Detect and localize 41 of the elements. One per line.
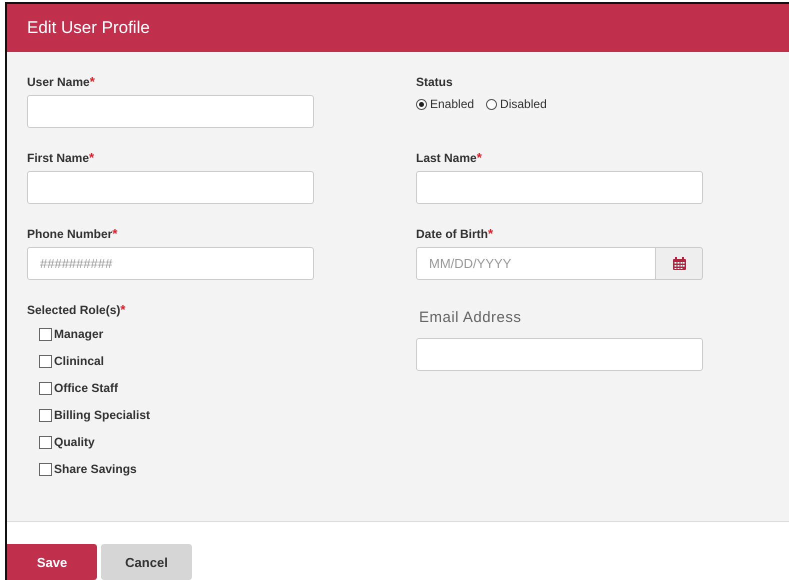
calendar-button[interactable]	[656, 247, 703, 280]
field-label: Selected Role(s)	[27, 303, 120, 317]
radio-button[interactable]	[486, 98, 498, 110]
checkbox[interactable]	[39, 462, 52, 476]
required-mark: *	[89, 150, 94, 165]
dialog-title: Edit User Profile	[27, 18, 150, 38]
radio-label[interactable]: Disabled	[500, 97, 547, 111]
checkbox-label[interactable]: Clinincal	[54, 354, 104, 368]
input-field[interactable]	[27, 95, 314, 128]
checkbox-label[interactable]: Quality	[54, 435, 95, 449]
calendar-icon	[672, 257, 686, 270]
required-mark: *	[120, 302, 126, 317]
required-mark: *	[488, 226, 494, 241]
field-label: User Name	[27, 75, 90, 89]
checkbox-label[interactable]: Office Staff	[54, 381, 118, 395]
field-label: Date of Birth	[416, 227, 488, 241]
checkbox[interactable]	[39, 436, 52, 448]
action-button[interactable]: Cancel	[101, 544, 192, 580]
action-button[interactable]: Save	[7, 544, 97, 580]
required-mark: *	[90, 74, 95, 89]
field-label: Status	[416, 75, 453, 89]
date-field[interactable]: MM/DD/YYYY	[416, 247, 656, 280]
checkbox[interactable]	[39, 354, 52, 368]
checkbox-label[interactable]: Manager	[54, 327, 104, 341]
input-field[interactable]: ##########	[27, 247, 314, 280]
field-label: Phone Number	[27, 227, 112, 241]
radio-label[interactable]: Enabled	[430, 97, 474, 111]
field-label: Last Name	[416, 151, 477, 165]
required-mark: *	[476, 150, 482, 165]
checkbox-label[interactable]: Share Savings	[54, 462, 137, 476]
checkbox[interactable]	[39, 408, 52, 422]
checkbox[interactable]	[39, 328, 52, 340]
input-field[interactable]	[416, 338, 703, 371]
radio-button[interactable]	[416, 98, 427, 110]
checkbox[interactable]	[39, 382, 52, 394]
field-label: First Name	[27, 151, 90, 165]
input-field[interactable]	[416, 171, 703, 204]
required-mark: *	[112, 226, 118, 241]
field-label: Email Address	[419, 309, 522, 326]
input-field[interactable]	[27, 171, 314, 204]
checkbox-label[interactable]: Billing Specialist	[54, 408, 150, 422]
